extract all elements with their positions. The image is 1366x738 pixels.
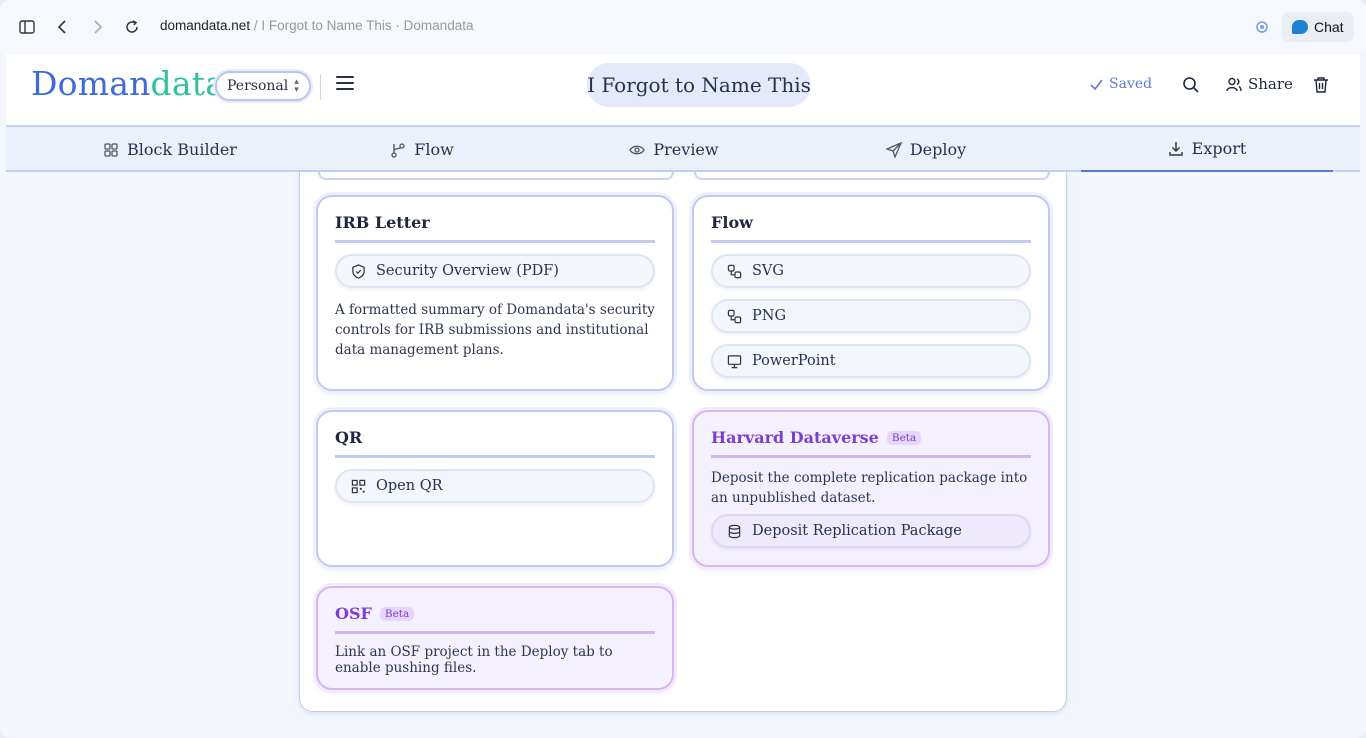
share-label: Share [1248,75,1293,93]
button-label: Open QR [376,478,443,494]
button-label: PNG [752,308,787,324]
button-label: Security Overview (PDF) [376,263,559,279]
card-title: OSF Beta [335,604,655,634]
tab-label: Block Builder [127,140,237,159]
card-title: QR [335,428,655,458]
main-tabs: Block Builder Flow Preview Deploy Export [6,125,1360,172]
tab-label: Deploy [909,140,967,159]
card-title-text: Harvard Dataverse [711,428,879,447]
tab-label: Preview [653,140,719,159]
document-title[interactable]: I Forgot to Name This [587,63,811,107]
grid-icon [104,142,118,157]
qr-code-icon [351,479,366,493]
card-title: Flow [711,213,1031,243]
page-title-text: I Forgot to Name This · Domandata [261,18,474,33]
beta-badge: Beta [886,430,922,445]
workspace-selector[interactable]: Personal ▴ ▾ [215,71,311,101]
back-icon[interactable] [50,15,74,39]
beta-badge: Beta [379,606,415,621]
security-overview-button[interactable]: Security Overview (PDF) [335,254,655,288]
open-qr-button[interactable]: Open QR [335,469,655,503]
irb-letter-card: IRB Letter Security Overview (PDF) A for… [316,195,674,391]
button-label: SVG [752,263,784,279]
share-button[interactable]: Share [1226,75,1293,93]
workspace-label: Personal [227,78,289,94]
eye-icon [629,145,646,154]
chat-icon [1292,20,1308,34]
logo-text-part1: Doman [31,64,151,103]
deposit-replication-button[interactable]: Deposit Replication Package [711,514,1031,548]
saved-status: Saved [1090,76,1152,92]
card-stub [694,172,1050,180]
card-title-text: OSF [335,604,372,623]
button-label: Deposit Replication Package [752,523,962,539]
logo-text-part2: data [150,64,226,103]
database-icon [728,524,741,538]
shield-icon [352,263,365,279]
app-header: Domandata Personal ▴ ▾ I Forgot to Name T… [6,54,1360,125]
header-divider [320,74,321,100]
card-description: Deposit the complete replication package… [711,470,1028,506]
address-bar[interactable]: domandata.net / I Forgot to Name This · … [160,18,473,33]
trash-icon[interactable] [1312,76,1330,94]
logo[interactable]: Domandata [31,64,225,103]
forward-icon[interactable] [86,15,110,39]
browser-toolbar: domandata.net / I Forgot to Name This · … [0,0,1366,54]
tab-preview[interactable]: Preview [548,127,800,172]
card-description: Link an OSF project in the Deploy tab to… [335,644,613,676]
card-title: IRB Letter [335,213,655,243]
download-icon [1168,141,1183,156]
sidebar-toggle-icon[interactable] [15,15,39,39]
users-icon [1226,77,1242,91]
browser-window: domandata.net / I Forgot to Name This · … [0,0,1366,738]
chat-label: Chat [1314,19,1344,35]
export-powerpoint-button[interactable]: PowerPoint [711,344,1031,378]
tab-flow[interactable]: Flow [296,127,548,172]
check-icon [1090,79,1103,90]
send-icon [885,141,902,158]
url-separator: / [253,18,258,33]
flow-card: Flow SVG PNG PowerPoint [692,195,1050,391]
card-description: A formatted summary of Domandata's secur… [335,302,655,358]
chat-button[interactable]: Chat [1282,12,1354,42]
url-domain: domandata.net [160,18,251,33]
presentation-icon [727,354,742,368]
shapes-icon [727,264,742,278]
tab-label: Export [1191,139,1247,158]
tab-label: Flow [414,140,454,159]
export-png-button[interactable]: PNG [711,299,1031,333]
shapes-icon [727,309,742,323]
export-svg-button[interactable]: SVG [711,254,1031,288]
chevron-updown-icon: ▴ ▾ [294,77,299,95]
harvard-dataverse-card: Harvard Dataverse Beta Deposit the compl… [692,410,1050,567]
tab-deploy[interactable]: Deploy [800,127,1052,172]
extension-icon[interactable] [1254,19,1270,35]
hamburger-menu-icon[interactable] [336,76,354,94]
card-title: Harvard Dataverse Beta [711,428,1031,458]
card-stub [318,172,674,180]
button-label: PowerPoint [752,353,836,369]
osf-card: OSF Beta Link an OSF project in the Depl… [316,586,674,690]
saved-label: Saved [1109,76,1153,92]
tab-export[interactable]: Export [1081,127,1333,172]
reload-icon[interactable] [120,15,144,39]
tab-block-builder[interactable]: Block Builder [44,127,296,172]
branch-icon [391,142,405,158]
search-icon[interactable] [1182,76,1200,94]
qr-card: QR Open QR [316,410,674,567]
